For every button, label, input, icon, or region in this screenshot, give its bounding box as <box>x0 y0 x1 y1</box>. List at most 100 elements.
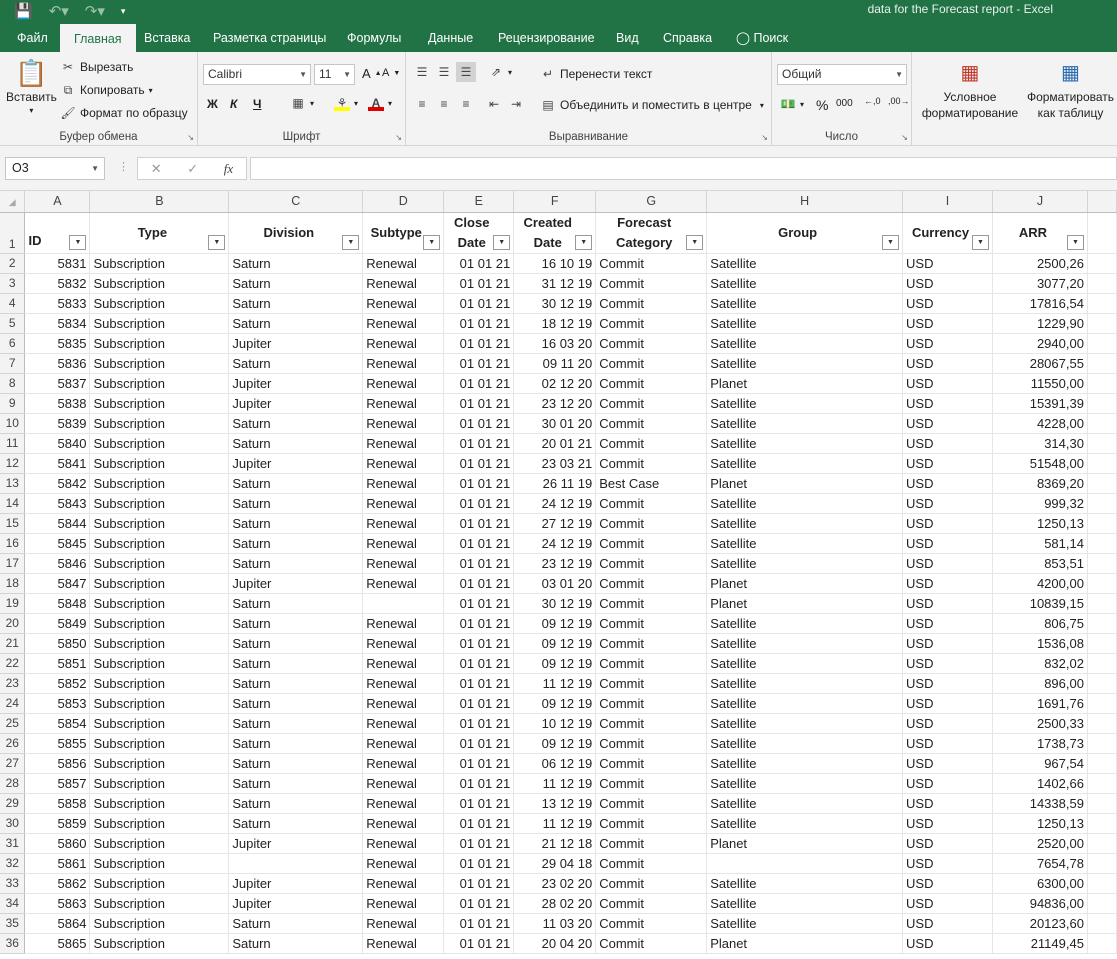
undo-icon[interactable]: ↶▾ <box>49 2 69 20</box>
empty-cell[interactable] <box>1087 473 1117 494</box>
wrap-text-button[interactable]: ↵ Перенести текст <box>540 66 652 82</box>
conditional-formatting-button[interactable]: ▦ Условное форматирование <box>916 58 1024 121</box>
cell-division[interactable]: Saturn <box>228 593 364 614</box>
dialog-launcher-icon[interactable]: ↘ <box>187 133 194 142</box>
column-header-d[interactable]: D <box>362 191 445 213</box>
cell-created-date[interactable]: 21 12 18 <box>513 833 597 854</box>
cell-created-date[interactable]: 09 11 20 <box>513 353 597 374</box>
cell-created-date[interactable]: 11 03 20 <box>513 913 597 934</box>
cell-type[interactable]: Subscription <box>89 333 230 354</box>
cell-type[interactable]: Subscription <box>89 733 230 754</box>
empty-cell[interactable] <box>1087 833 1117 854</box>
cell-close-date[interactable]: 01 01 21 <box>443 613 515 634</box>
cell-group[interactable]: Satellite <box>706 553 904 574</box>
currency-format-button[interactable]: 💵 ▾ <box>780 96 805 112</box>
row-header[interactable]: 6 <box>0 333 26 354</box>
cell-type[interactable]: Subscription <box>89 913 230 934</box>
cell-subtype[interactable]: Renewal <box>362 393 445 414</box>
cell-id[interactable]: 5841 <box>24 453 91 474</box>
header-cell-forecast-category[interactable]: Forecast Category ▼ <box>595 212 708 254</box>
cell-id[interactable]: 5835 <box>24 333 91 354</box>
cell-close-date[interactable]: 01 01 21 <box>443 253 515 274</box>
cell-division[interactable]: Saturn <box>228 253 364 274</box>
cell-id[interactable]: 5847 <box>24 573 91 594</box>
row-header[interactable]: 33 <box>0 873 26 894</box>
dialog-launcher-icon[interactable]: ↘ <box>395 133 402 142</box>
cell-created-date[interactable]: 11 12 19 <box>513 673 597 694</box>
cell-group[interactable]: Planet <box>706 933 904 954</box>
cell-type[interactable]: Subscription <box>89 893 230 914</box>
empty-cell[interactable] <box>1087 453 1117 474</box>
cell-close-date[interactable]: 01 01 21 <box>443 493 515 514</box>
cell-id[interactable]: 5855 <box>24 733 91 754</box>
cell-subtype[interactable]: Renewal <box>362 653 445 674</box>
tab-help[interactable]: Справка <box>649 22 726 52</box>
empty-cell[interactable] <box>1087 813 1117 834</box>
filter-dropdown-icon[interactable]: ▼ <box>882 234 900 250</box>
cell-type[interactable]: Subscription <box>89 453 230 474</box>
cell-arr[interactable]: 1250,13 <box>992 513 1088 534</box>
tab-insert[interactable]: Вставка <box>130 22 204 52</box>
cell-group[interactable]: Planet <box>706 593 904 614</box>
row-header[interactable]: 17 <box>0 553 26 574</box>
cell-currency[interactable]: USD <box>902 753 993 774</box>
cell-type[interactable]: Subscription <box>89 533 230 554</box>
cell-close-date[interactable]: 01 01 21 <box>443 933 515 954</box>
row-header[interactable]: 25 <box>0 713 26 734</box>
row-header[interactable]: 24 <box>0 693 26 714</box>
empty-cell[interactable] <box>1087 553 1117 574</box>
align-left-button[interactable]: ≡ <box>414 96 430 112</box>
cell-currency[interactable]: USD <box>902 733 993 754</box>
cell-division[interactable]: Saturn <box>228 753 364 774</box>
row-header[interactable]: 2 <box>0 253 26 274</box>
empty-cell[interactable] <box>1087 753 1117 774</box>
cell-subtype[interactable]: Renewal <box>362 473 445 494</box>
cell-forecast-category[interactable]: Commit <box>595 733 708 754</box>
cell-subtype[interactable]: Renewal <box>362 713 445 734</box>
cell-arr[interactable]: 21149,45 <box>992 933 1088 954</box>
cell-group[interactable]: Satellite <box>706 893 904 914</box>
cell-forecast-category[interactable]: Commit <box>595 613 708 634</box>
cell-type[interactable]: Subscription <box>89 773 230 794</box>
column-header-c[interactable]: C <box>228 191 364 213</box>
cell-arr[interactable]: 832,02 <box>992 653 1088 674</box>
cell-arr[interactable]: 4200,00 <box>992 573 1088 594</box>
cell-type[interactable]: Subscription <box>89 353 230 374</box>
cell-id[interactable]: 5832 <box>24 273 91 294</box>
cell-created-date[interactable]: 10 12 19 <box>513 713 597 734</box>
align-bottom-button[interactable]: ☰ <box>456 62 476 82</box>
cell-division[interactable]: Jupiter <box>228 393 364 414</box>
cell-close-date[interactable]: 01 01 21 <box>443 373 515 394</box>
cell-forecast-category[interactable]: Commit <box>595 693 708 714</box>
filter-dropdown-icon[interactable]: ▼ <box>575 234 593 250</box>
cell-division[interactable]: Saturn <box>228 813 364 834</box>
cell-currency[interactable]: USD <box>902 673 993 694</box>
cell-currency[interactable]: USD <box>902 773 993 794</box>
cell-forecast-category[interactable]: Commit <box>595 873 708 894</box>
header-cell-subtype[interactable]: Subtype ▼ <box>362 212 445 254</box>
cell-created-date[interactable]: 23 02 20 <box>513 873 597 894</box>
cell-type[interactable]: Subscription <box>89 553 230 574</box>
cell-currency[interactable]: USD <box>902 453 993 474</box>
orientation-button[interactable]: ⇗ ▾ <box>488 64 512 80</box>
cell-subtype[interactable]: Renewal <box>362 913 445 934</box>
cell-created-date[interactable]: 18 12 19 <box>513 313 597 334</box>
cell-created-date[interactable]: 23 12 19 <box>513 553 597 574</box>
empty-cell[interactable] <box>1087 573 1117 594</box>
cell-forecast-category[interactable]: Commit <box>595 753 708 774</box>
column-header-h[interactable]: H <box>706 191 904 213</box>
cell-arr[interactable]: 806,75 <box>992 613 1088 634</box>
cell-arr[interactable]: 4228,00 <box>992 413 1088 434</box>
align-middle-button[interactable]: ☰ <box>436 64 452 80</box>
cell-currency[interactable]: USD <box>902 333 993 354</box>
cell-subtype[interactable]: Renewal <box>362 253 445 274</box>
save-icon[interactable]: 💾 <box>14 2 33 20</box>
cell-currency[interactable]: USD <box>902 593 993 614</box>
cell-group[interactable]: Satellite <box>706 633 904 654</box>
cell-forecast-category[interactable]: Commit <box>595 653 708 674</box>
cell-currency[interactable]: USD <box>902 353 993 374</box>
cell-division[interactable] <box>228 853 364 874</box>
cell-subtype[interactable]: Renewal <box>362 753 445 774</box>
cell-currency[interactable]: USD <box>902 853 993 874</box>
cell-created-date[interactable]: 09 12 19 <box>513 633 597 654</box>
